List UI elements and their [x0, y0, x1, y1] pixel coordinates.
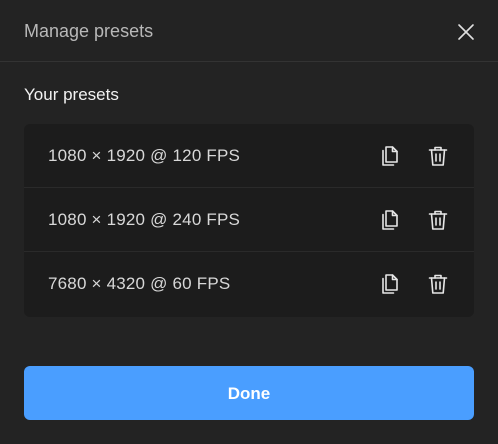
delete-preset-button[interactable] [426, 208, 450, 232]
delete-preset-button[interactable] [426, 272, 450, 296]
preset-list: 1080 × 1920 @ 120 FPS 1080 × 1920 @ 240 … [24, 124, 474, 317]
manage-presets-dialog: Manage presets Your presets 1080 × 1920 … [0, 0, 498, 444]
preset-row: 1080 × 1920 @ 120 FPS [24, 124, 474, 188]
dialog-title: Manage presets [24, 21, 154, 41]
preset-label: 7680 × 4320 @ 60 FPS [48, 274, 231, 293]
delete-preset-button[interactable] [426, 144, 450, 168]
preset-label: 1080 × 1920 @ 120 FPS [48, 146, 241, 165]
trash-icon [428, 210, 448, 230]
copy-icon [382, 210, 398, 230]
close-button[interactable] [454, 20, 478, 44]
dialog-header: Manage presets [0, 0, 498, 62]
duplicate-preset-button[interactable] [378, 144, 402, 168]
trash-icon [428, 274, 448, 294]
preset-row: 7680 × 4320 @ 60 FPS [24, 252, 474, 317]
done-button[interactable]: Done [24, 366, 474, 420]
copy-icon [382, 146, 398, 166]
close-icon [458, 24, 474, 40]
section-title: Your presets [24, 85, 119, 104]
duplicate-preset-button[interactable] [378, 272, 402, 296]
trash-icon [428, 146, 448, 166]
preset-label: 1080 × 1920 @ 240 FPS [48, 210, 241, 229]
duplicate-preset-button[interactable] [378, 208, 402, 232]
copy-icon [382, 274, 398, 294]
preset-row: 1080 × 1920 @ 240 FPS [24, 188, 474, 252]
